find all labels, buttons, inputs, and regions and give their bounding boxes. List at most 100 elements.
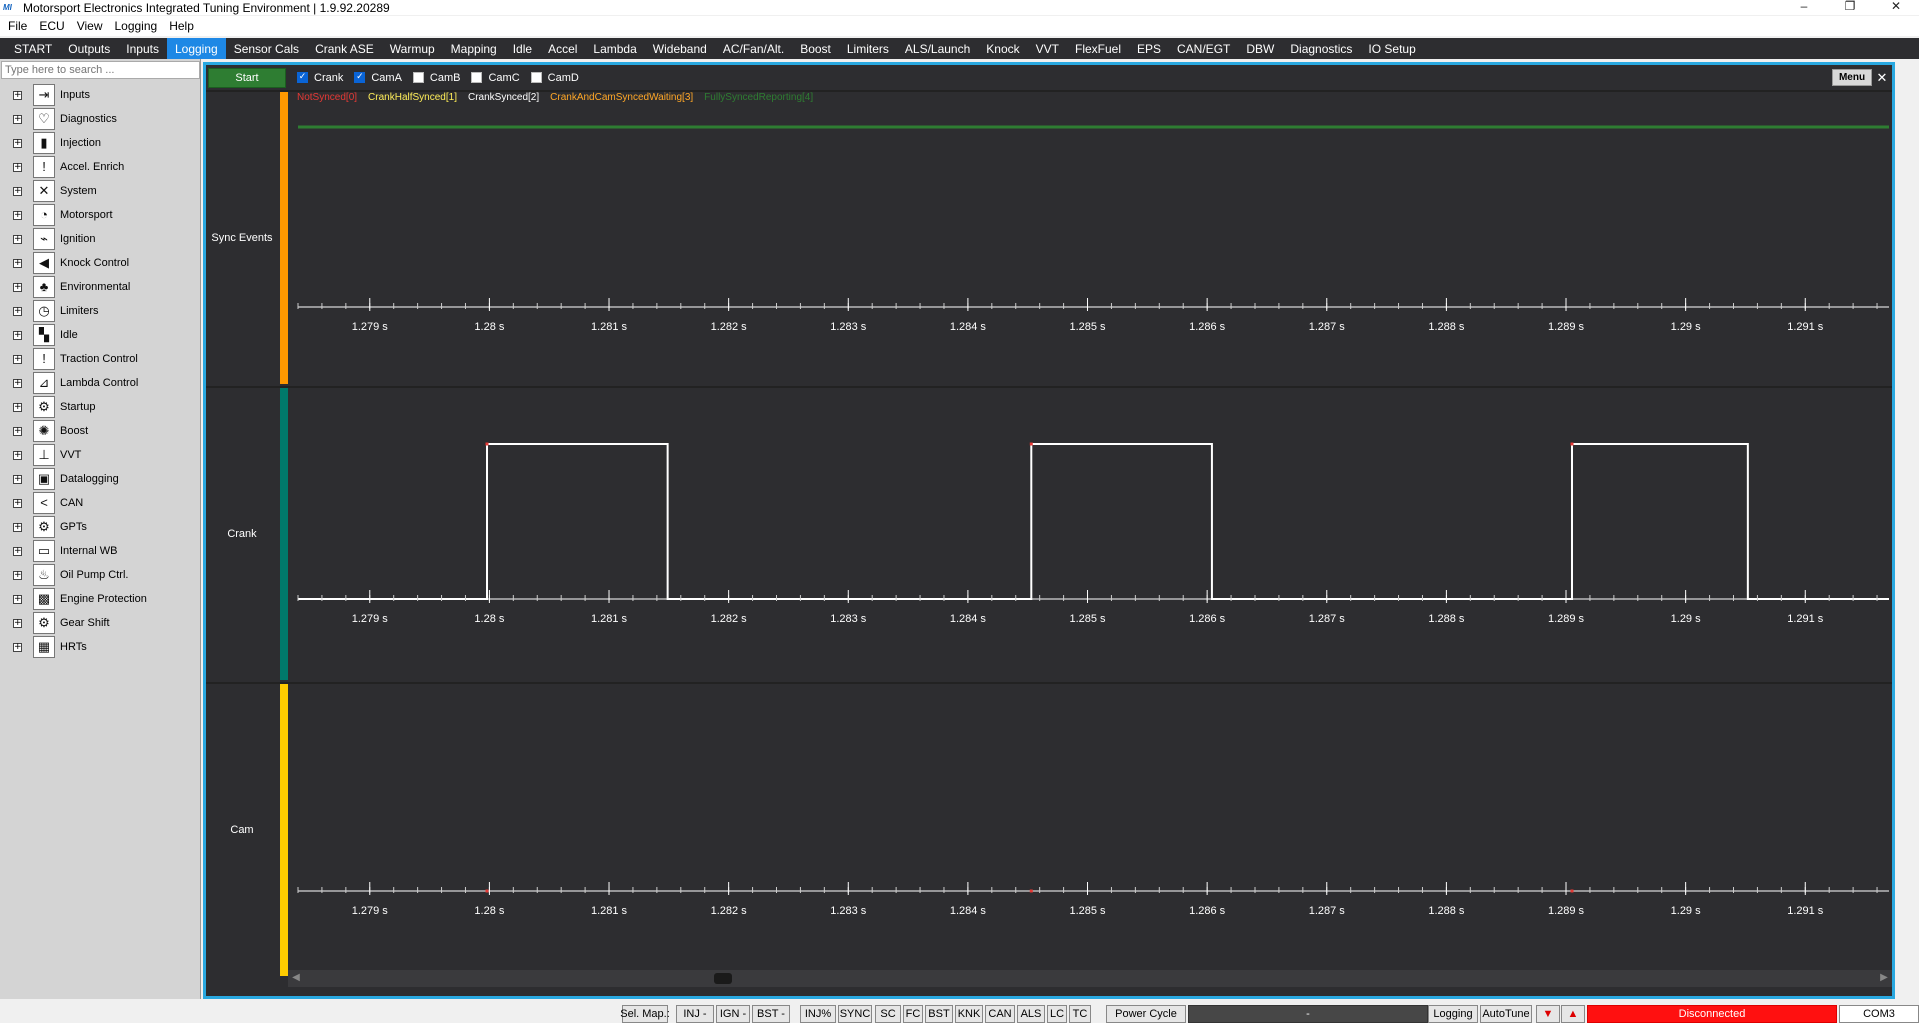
- status-sc[interactable]: SC: [875, 1005, 901, 1023]
- expand-icon[interactable]: +: [13, 594, 22, 604]
- status-fc[interactable]: FC: [903, 1005, 923, 1023]
- expand-icon[interactable]: +: [13, 474, 22, 484]
- status-tc[interactable]: TC: [1069, 1005, 1091, 1023]
- sidebar-item-motorsport[interactable]: + ◔ Motorsport: [0, 203, 201, 227]
- expand-icon[interactable]: +: [13, 186, 22, 196]
- arrow-down-icon[interactable]: ▼: [1536, 1005, 1560, 1023]
- tab-boost[interactable]: Boost: [792, 38, 839, 59]
- scroll-right-icon[interactable]: ▶: [1878, 972, 1890, 984]
- expand-icon[interactable]: +: [13, 306, 22, 316]
- sidebar-item-injection[interactable]: + ▮ Injection: [0, 131, 201, 155]
- status-bst[interactable]: BST: [925, 1005, 953, 1023]
- expand-icon[interactable]: +: [13, 234, 22, 244]
- tab-eps[interactable]: EPS: [1129, 38, 1169, 59]
- horizontal-scrollbar[interactable]: ◀ ▶: [288, 970, 1892, 987]
- checkmark-icon[interactable]: ✓: [297, 72, 308, 83]
- tab-sensor-cals[interactable]: Sensor Cals: [226, 38, 307, 59]
- minimize-button[interactable]: –: [1781, 0, 1827, 15]
- status-inj[interactable]: INJ -: [676, 1005, 714, 1023]
- sidebar-item-inputs[interactable]: + ⇥ Inputs: [0, 83, 201, 107]
- maximize-button[interactable]: ❐: [1827, 0, 1873, 15]
- status-inj[interactable]: INJ%: [800, 1005, 836, 1023]
- sidebar-item-knock-control[interactable]: + ◀ Knock Control: [0, 251, 201, 275]
- checkbox-crank[interactable]: ✓ Crank: [297, 72, 343, 84]
- tab-logging[interactable]: Logging: [166, 38, 226, 59]
- expand-icon[interactable]: +: [13, 354, 22, 364]
- tab-outputs[interactable]: Outputs: [60, 38, 118, 59]
- sidebar-item-accel-enrich[interactable]: +! Accel. Enrich: [0, 155, 201, 179]
- tab-io-setup[interactable]: IO Setup: [1360, 38, 1423, 59]
- crank-chart[interactable]: 1.279 s 1.28 s 1.281 s 1.282 s 1.283 s 1.284 …: [288, 388, 1892, 680]
- checkbox-camc[interactable]: CamC: [471, 72, 520, 84]
- sidebar-item-diagnostics[interactable]: + ♡ Diagnostics: [0, 107, 201, 131]
- expand-icon[interactable]: +: [13, 426, 22, 436]
- menu-view[interactable]: View: [71, 19, 109, 33]
- tab-crank-ase[interactable]: Crank ASE: [307, 38, 382, 59]
- sidebar-item-traction-control[interactable]: +! Traction Control: [0, 347, 201, 371]
- checkmark-icon[interactable]: ✓: [354, 72, 366, 83]
- status-ign[interactable]: IGN -: [716, 1005, 750, 1023]
- checkbox-cama[interactable]: ✓ CamA: [354, 72, 402, 84]
- status-autotune[interactable]: AutoTune: [1480, 1005, 1532, 1023]
- checkbox-empty-icon[interactable]: [530, 72, 542, 83]
- tab-vvt[interactable]: VVT: [1028, 38, 1067, 59]
- sidebar-item-system[interactable]: + ✕ System: [0, 179, 201, 203]
- search-input[interactable]: [1, 61, 200, 79]
- status-als[interactable]: ALS: [1017, 1005, 1045, 1023]
- menu-file[interactable]: File: [2, 19, 33, 33]
- expand-icon[interactable]: +: [13, 282, 22, 292]
- tab-flexfuel[interactable]: FlexFuel: [1067, 38, 1129, 59]
- expand-icon[interactable]: +: [13, 642, 22, 652]
- tab-lambda[interactable]: Lambda: [585, 38, 644, 59]
- menu-ecu[interactable]: ECU: [33, 19, 70, 33]
- expand-icon[interactable]: +: [13, 162, 22, 172]
- sidebar-item-ignition[interactable]: + ⌁ Ignition: [0, 227, 201, 251]
- expand-icon[interactable]: +: [13, 522, 22, 532]
- sidebar-item-can[interactable]: + < CAN: [0, 491, 201, 515]
- sidebar-item-startup[interactable]: + ⚙ Startup: [0, 395, 201, 419]
- status-[interactable]: -: [1188, 1005, 1428, 1023]
- tab-inputs[interactable]: Inputs: [118, 38, 167, 59]
- status-lc[interactable]: LC: [1047, 1005, 1067, 1023]
- tab-ac-fan-alt-[interactable]: AC/Fan/Alt.: [715, 38, 792, 59]
- sidebar-item-gpts[interactable]: + ⚙ GPTs: [0, 515, 201, 539]
- expand-icon[interactable]: +: [13, 546, 22, 556]
- tab-warmup[interactable]: Warmup: [382, 38, 443, 59]
- tab-can-egt[interactable]: CAN/EGT: [1169, 38, 1238, 59]
- sidebar-item-engine-protection[interactable]: + ▩ Engine Protection: [0, 587, 201, 611]
- menu-help[interactable]: Help: [163, 19, 200, 33]
- sidebar-item-lambda-control[interactable]: + ⊿ Lambda Control: [0, 371, 201, 395]
- expand-icon[interactable]: +: [13, 378, 22, 388]
- checkbox-empty-icon[interactable]: [471, 72, 483, 83]
- status-sel-map[interactable]: Sel. Map.:: [620, 1005, 670, 1023]
- menu-button[interactable]: Menu: [1832, 69, 1872, 86]
- tab-wideband[interactable]: Wideband: [645, 38, 715, 59]
- sidebar-item-limiters[interactable]: + ◷ Limiters: [0, 299, 201, 323]
- tab-mapping[interactable]: Mapping: [443, 38, 505, 59]
- tab-accel[interactable]: Accel: [540, 38, 585, 59]
- expand-icon[interactable]: +: [13, 570, 22, 580]
- status-bst[interactable]: BST -: [752, 1005, 790, 1023]
- tab-als-launch[interactable]: ALS/Launch: [897, 38, 978, 59]
- expand-icon[interactable]: +: [13, 114, 22, 124]
- expand-icon[interactable]: +: [13, 210, 22, 220]
- arrow-up-icon[interactable]: ▲: [1561, 1005, 1585, 1023]
- expand-icon[interactable]: +: [13, 450, 22, 460]
- expand-icon[interactable]: +: [13, 90, 22, 100]
- checkbox-empty-icon[interactable]: [412, 72, 424, 83]
- status-logging[interactable]: Logging: [1428, 1005, 1478, 1023]
- tab-idle[interactable]: Idle: [505, 38, 540, 59]
- expand-icon[interactable]: +: [13, 402, 22, 412]
- sidebar-item-environmental[interactable]: + ♣ Environmental: [0, 275, 201, 299]
- sync-events-chart[interactable]: 1.279 s 1.28 s 1.281 s 1.282 s 1.283 s 1.284 …: [288, 92, 1892, 384]
- status-can[interactable]: CAN: [985, 1005, 1015, 1023]
- sidebar-item-idle[interactable]: + ▚ Idle: [0, 323, 201, 347]
- sidebar-item-vvt[interactable]: + ⊥ VVT: [0, 443, 201, 467]
- start-button[interactable]: Start: [208, 67, 286, 88]
- scroll-left-icon[interactable]: ◀: [290, 972, 302, 984]
- sidebar-item-internal-wb[interactable]: + ▭ Internal WB: [0, 539, 201, 563]
- close-window-button[interactable]: ✕: [1873, 0, 1919, 15]
- status-knk[interactable]: KNK: [955, 1005, 983, 1023]
- expand-icon[interactable]: +: [13, 258, 22, 268]
- tab-knock[interactable]: Knock: [978, 38, 1027, 59]
